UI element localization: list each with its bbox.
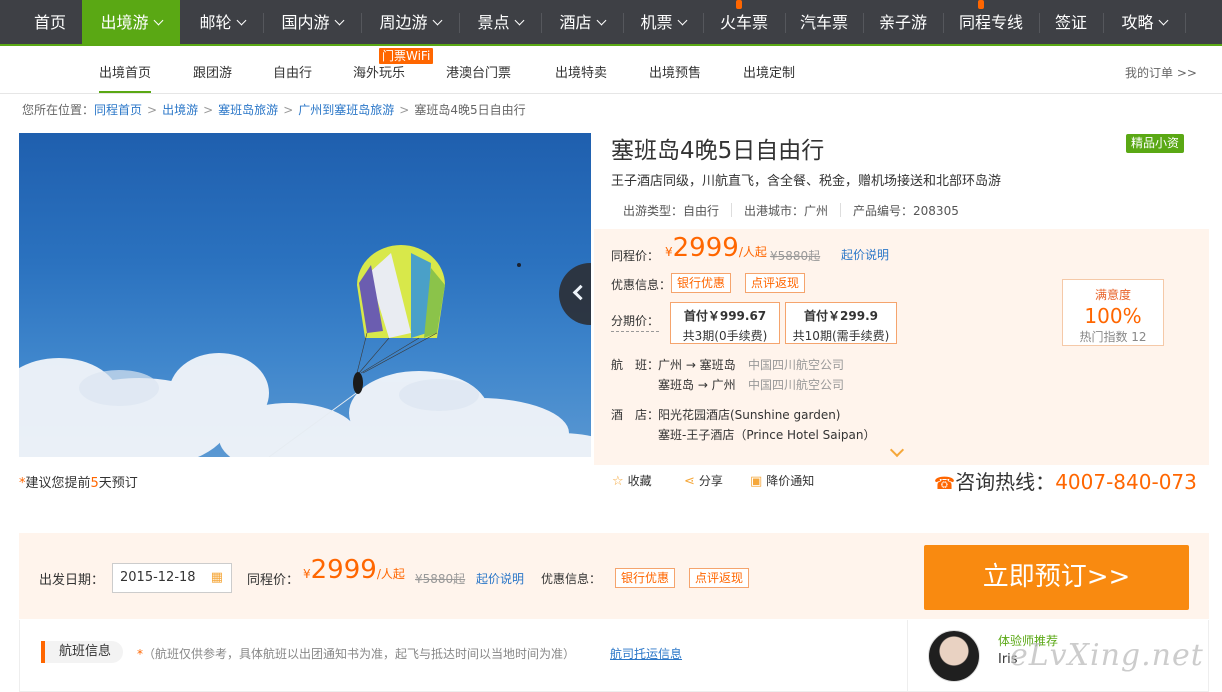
chevron-down-icon — [236, 15, 246, 26]
booking-discount-label: 优惠信息： — [541, 572, 602, 586]
subnav-outbound-home[interactable]: 出境首页 — [99, 62, 152, 93]
nav-outbound[interactable]: 出境游 — [82, 0, 180, 46]
flight-route: 广州 → 塞班岛 — [658, 358, 736, 372]
breadcrumb-link[interactable]: 塞班岛旅游 — [218, 103, 278, 117]
nav-attractions[interactable]: 景点 — [460, 0, 540, 46]
product-title: 塞班岛4晚5日自由行 — [611, 138, 825, 164]
review-cashback-tag[interactable]: 点评返现 — [745, 273, 806, 293]
hotel-label: 酒 店： — [611, 408, 660, 422]
avatar[interactable] — [928, 630, 980, 682]
booking-price-explain-link[interactable]: 起价说明 — [476, 570, 524, 587]
flight-info-tab[interactable]: 航班信息 — [41, 641, 124, 663]
flight-label: 航 班： — [611, 358, 660, 372]
date-label: 出发日期： — [39, 573, 105, 588]
booking-original-price: ¥5880起 — [415, 572, 466, 586]
flight-note: *（航班仅供参考，具体航班以出团通知书为准，起飞与抵达时间以当地时间为准） — [137, 647, 576, 661]
review-cashback-tag[interactable]: 点评返现 — [689, 568, 750, 588]
product-subtitle: 王子酒店同级，川航直飞，含全餐、税金，赠机场接送和北部环岛游 — [611, 174, 1002, 189]
nav-special-line[interactable]: 同程专线 — [944, 0, 1038, 46]
chevron-down-icon — [153, 15, 163, 26]
price-label: 同程价： — [611, 249, 660, 263]
departure-date-input[interactable]: 2015-12-18 ▦ — [112, 563, 232, 593]
price-alert-button[interactable]: ▣ 降价通知 — [750, 472, 814, 489]
flight-airline: 中国四川航空公司 — [748, 378, 845, 392]
nav-nearby[interactable]: 周边游 — [362, 0, 458, 46]
booking-price-label: 同程价： — [247, 573, 300, 588]
nav-domestic[interactable]: 国内游 — [264, 0, 360, 46]
price-panel: 同程价： ¥2999/人起 ¥5880起 起价说明 优惠信息： 银行优惠 点评返… — [594, 229, 1209, 465]
product-meta: 出游类型：自由行 出港城市：广州 产品编号：208305 — [623, 202, 959, 219]
share-button[interactable]: ⋖ 分享 — [684, 472, 723, 489]
discount-label: 优惠信息： — [611, 278, 672, 292]
subnav-overseas-fun[interactable]: 海外玩乐 — [353, 62, 405, 81]
hotel-name: 塞班-王子酒店（Prince Hotel Saipan） — [658, 428, 876, 442]
product-photo — [19, 133, 591, 457]
installment-option-10[interactable]: 首付￥299.9 共10期(需手续费) — [785, 302, 897, 344]
favorite-button[interactable]: ☆ 收藏 — [612, 472, 652, 489]
my-orders-link[interactable]: 我的订单 >> — [1125, 64, 1197, 81]
breadcrumb: 您所在位置：同程首页 > 出境游 > 塞班岛旅游 > 广州到塞班岛旅游 > 塞班岛4晚5日自由行 — [22, 103, 526, 117]
bank-discount-tag[interactable]: 银行优惠 — [615, 568, 676, 588]
product-code: 产品编号：208305 — [853, 204, 959, 218]
chevron-down-icon — [334, 15, 344, 26]
chevron-down-icon — [432, 15, 442, 26]
flight-airline: 中国四川航空公司 — [748, 358, 845, 372]
nav-visa[interactable]: 签证 — [1040, 0, 1102, 46]
nav-home[interactable]: 首页 — [20, 0, 80, 46]
subnav-outbound-sale[interactable]: 出境特卖 — [555, 62, 607, 81]
price-value: ¥2999/人起 — [665, 233, 767, 263]
flight-route: 塞班岛 → 广州 — [658, 378, 736, 392]
sub-nav: 出境首页 跟团游 自由行 门票WiFi 海外玩乐 港澳台门票 出境特卖 出境预售… — [0, 48, 1222, 94]
nav-bus[interactable]: 汽车票 — [786, 0, 862, 46]
hotline: ☎咨询热线：4007-840-073 — [934, 470, 1197, 494]
nav-family[interactable]: 亲子游 — [864, 0, 942, 46]
original-price: ¥5880起 — [770, 249, 821, 263]
breadcrumb-link[interactable]: 出境游 — [162, 103, 198, 117]
chevron-down-icon — [677, 15, 687, 26]
bank-discount-tag[interactable]: 银行优惠 — [671, 273, 732, 293]
subnav-group-tour[interactable]: 跟团游 — [193, 62, 232, 81]
installment-label: 分期价： — [611, 312, 660, 332]
nav-cruise[interactable]: 邮轮 — [182, 0, 262, 46]
nav-flights[interactable]: 机票 — [624, 0, 702, 46]
subnav-free-tour[interactable]: 自由行 — [273, 62, 312, 81]
chevron-down-icon — [1158, 15, 1168, 26]
alert-icon: ▣ — [750, 474, 763, 489]
baggage-info-link[interactable]: 航司托运信息 — [610, 645, 682, 662]
chevron-down-icon — [596, 15, 606, 26]
hotline-number: 4007-840-073 — [1055, 470, 1197, 494]
subnav-custom[interactable]: 出境定制 — [743, 62, 795, 81]
breadcrumb-link[interactable]: 广州到塞班岛旅游 — [298, 103, 394, 117]
breadcrumb-link[interactable]: 同程首页 — [94, 103, 142, 117]
satisfaction-box: 满意度 100% 热门指数 12 — [1062, 279, 1164, 346]
installment-option-3[interactable]: 首付￥999.67 共3期(0手续费) — [670, 302, 780, 344]
premium-badge: 精品小资 — [1126, 134, 1185, 153]
nav-hotels[interactable]: 酒店 — [542, 0, 622, 46]
price-explain-link[interactable]: 起价说明 — [841, 246, 889, 263]
chevron-left-icon — [572, 284, 589, 301]
parasail-image — [19, 245, 591, 457]
departure-city: 出港城市：广州 — [744, 204, 829, 218]
nav-trains[interactable]: 火车票 — [704, 0, 784, 46]
nav-guides[interactable]: 攻略 — [1104, 0, 1184, 46]
breadcrumb-current: 塞班岛4晚5日自由行 — [414, 103, 526, 117]
expand-down-icon[interactable] — [889, 442, 905, 458]
tour-type: 出游类型：自由行 — [623, 204, 720, 218]
chevron-down-icon — [514, 15, 524, 26]
booking-bar: 出发日期： 2015-12-18 ▦ 同程价： ¥2999/人起 ¥5880起 起… — [19, 533, 1209, 619]
calendar-icon: ▦ — [210, 570, 223, 585]
book-now-button[interactable]: 立即预订>> — [924, 545, 1189, 610]
hotel-name: 阳光花园酒店(Sunshine garden) — [658, 408, 841, 422]
subnav-hkmo-tickets[interactable]: 港澳台门票 — [446, 62, 511, 81]
top-nav: 首页 出境游 邮轮 国内游 周边游 景点 酒店 机票 火车票 汽车票 亲子游 同… — [0, 0, 1222, 46]
phone-icon: ☎ — [934, 474, 956, 494]
watermark: eLvXing.net — [1010, 638, 1204, 673]
booking-price: ¥2999/人起 — [303, 555, 405, 585]
star-icon: ☆ — [612, 474, 624, 489]
subnav-presale[interactable]: 出境预售 — [649, 62, 701, 81]
share-icon: ⋖ — [684, 474, 695, 489]
booking-tip: *建议您提前5天预订 — [19, 476, 138, 491]
